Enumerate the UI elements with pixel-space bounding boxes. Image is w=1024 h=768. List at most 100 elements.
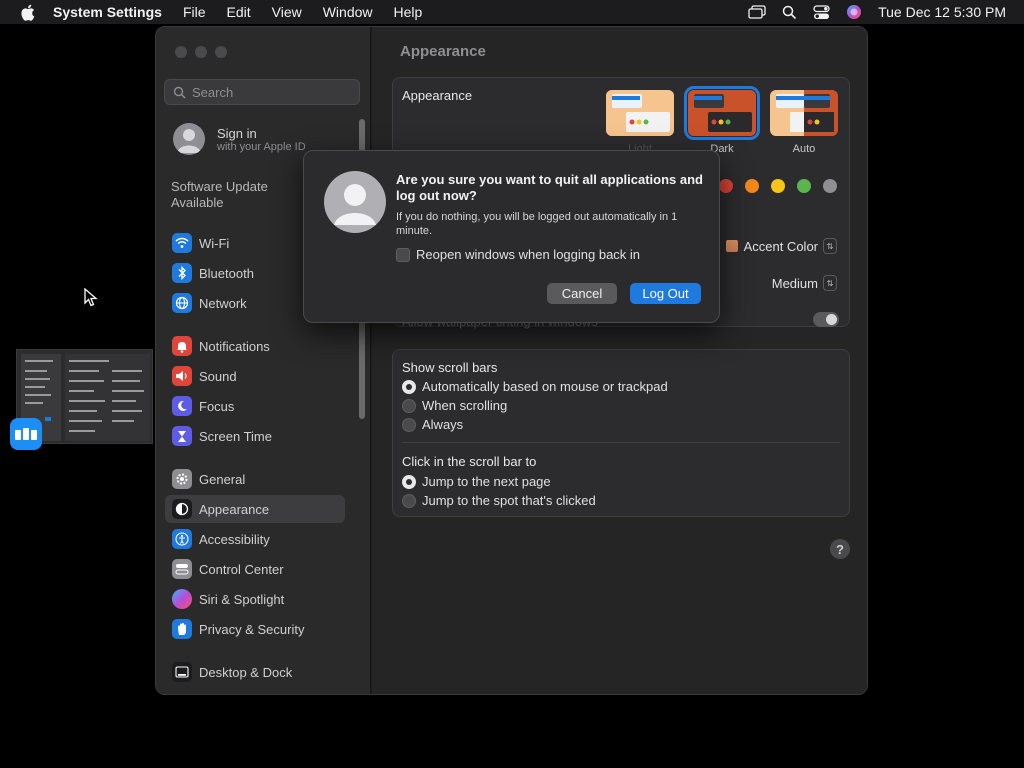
search-input[interactable]: Search: [164, 79, 360, 105]
menu-window[interactable]: Window: [323, 4, 373, 20]
sidebar-item-label: Siri & Spotlight: [199, 591, 285, 607]
appearance-light-option[interactable]: [606, 90, 674, 136]
sidebar-item-privacy-security[interactable]: Privacy & Security: [165, 615, 345, 643]
sidebar-item-accessibility[interactable]: Accessibility: [165, 525, 345, 553]
globe-icon: [172, 293, 192, 313]
search-placeholder: Search: [192, 84, 234, 100]
sidebar-item-sound[interactable]: Sound: [165, 362, 345, 390]
siri-icon[interactable]: [846, 4, 862, 20]
sidebar-item-focus[interactable]: Focus: [165, 392, 345, 420]
click-option-spot-clicked[interactable]: Jump to the spot that's clicked: [402, 493, 596, 508]
menu-help[interactable]: Help: [394, 4, 423, 20]
accent-green-swatch[interactable]: [797, 179, 811, 193]
sidebar-item-control-center[interactable]: Control Center: [165, 555, 345, 583]
bell-icon: [172, 336, 192, 356]
sidebar-item-notifications[interactable]: Notifications: [165, 332, 345, 360]
radio-label: Jump to the next page: [422, 474, 551, 489]
avatar: [173, 123, 205, 155]
radio-button[interactable]: [402, 417, 416, 432]
menu-app-name[interactable]: System Settings: [53, 4, 162, 20]
signin-title: Sign in: [217, 125, 257, 141]
sidebar-item-label: Focus: [199, 398, 235, 414]
control-center-icon[interactable]: [813, 4, 830, 20]
radio-button[interactable]: [402, 493, 416, 508]
appearance-icon: [172, 499, 192, 519]
sidebar-item-appearance[interactable]: Appearance: [165, 495, 345, 523]
wallpaper-tinting-toggle[interactable]: [813, 312, 839, 327]
spotlight-search-icon[interactable]: [782, 5, 797, 20]
sidebar-item-label: Notifications: [199, 338, 270, 354]
apple-id-signin[interactable]: Sign in with your Apple ID: [173, 123, 306, 155]
menu-edit[interactable]: Edit: [227, 4, 251, 20]
dock-icon: [172, 662, 192, 682]
accent-color-swatches: [719, 179, 837, 193]
sidebar-item-siri-spotlight[interactable]: Siri & Spotlight: [165, 585, 345, 613]
radio-button[interactable]: [402, 379, 416, 394]
menu-view[interactable]: View: [272, 4, 302, 20]
user-avatar-icon: [324, 171, 386, 233]
radio-button[interactable]: [402, 398, 416, 413]
radio-label: When scrolling: [422, 398, 508, 413]
appearance-auto-label: Auto: [792, 143, 816, 155]
reopen-windows-checkbox[interactable]: Reopen windows when logging back in: [396, 247, 640, 262]
accent-orange-swatch[interactable]: [745, 179, 759, 193]
apple-menu-icon[interactable]: [18, 3, 36, 21]
wifi-icon: [172, 233, 192, 253]
help-button[interactable]: ?: [830, 539, 850, 559]
page-title: Appearance: [400, 43, 486, 60]
chevron-updown-icon: ⇅: [823, 275, 837, 291]
divider: [402, 442, 840, 443]
gear-icon: [172, 469, 192, 489]
hand-icon: [172, 619, 192, 639]
show-scroll-bars-heading: Show scroll bars: [402, 360, 498, 375]
hourglass-icon: [172, 426, 192, 446]
scroll-option-always[interactable]: Always: [402, 417, 463, 432]
click-option-next-page[interactable]: Jump to the next page: [402, 474, 551, 489]
appearance-dark-option[interactable]: [684, 86, 760, 140]
sidebar: Search Sign in with your Apple ID Softwa…: [156, 27, 371, 694]
cancel-button[interactable]: Cancel: [547, 283, 617, 304]
mouse-cursor-icon: [84, 287, 98, 311]
sidebar-item-label: Sound: [199, 368, 237, 384]
screen-mirroring-icon[interactable]: [748, 5, 766, 19]
minimize-window-button[interactable]: [195, 46, 207, 58]
accent-red-swatch[interactable]: [719, 179, 733, 193]
scroll-option-when-scrolling[interactable]: When scrolling: [402, 398, 507, 413]
sidebar-item-label: General: [199, 471, 246, 487]
software-update-available[interactable]: Software Update Available: [171, 179, 268, 211]
sidebar-item-screen-time[interactable]: Screen Time: [165, 422, 345, 450]
sidebar-icon-size-value: Medium: [771, 275, 818, 291]
moon-icon: [172, 396, 192, 416]
menu-file[interactable]: File: [183, 4, 206, 20]
sidebar-item-desktop-dock[interactable]: Desktop & Dock: [165, 658, 345, 686]
scroll-option-automatic[interactable]: Automatically based on mouse or trackpad: [402, 379, 668, 394]
appearance-auto-option[interactable]: [770, 90, 838, 136]
menu-clock[interactable]: Tue Dec 12 5:30 PM: [878, 4, 1006, 20]
sidebar-item-label: Desktop & Dock: [199, 664, 293, 680]
accent-yellow-swatch[interactable]: [771, 179, 785, 193]
sidebar-icon-size-select[interactable]: Medium ⇅: [772, 275, 837, 291]
speaker-icon: [172, 366, 192, 386]
log-out-button[interactable]: Log Out: [630, 283, 701, 304]
bluetooth-icon: [172, 263, 192, 283]
control-center-icon: [172, 559, 192, 579]
appearance-label: Appearance: [402, 88, 473, 103]
sidebar-item-label: Appearance: [199, 501, 270, 517]
app-dock-icon[interactable]: [10, 418, 42, 450]
zoom-window-button[interactable]: [215, 46, 227, 58]
checkbox[interactable]: [396, 247, 410, 262]
chevron-updown-icon: ⇅: [823, 238, 837, 254]
click-scroll-bar-heading: Click in the scroll bar to: [402, 454, 537, 469]
sidebar-item-general[interactable]: General: [165, 465, 345, 493]
radio-button[interactable]: [402, 474, 416, 489]
close-window-button[interactable]: [175, 46, 187, 58]
sidebar-item-label: Accessibility: [199, 531, 270, 547]
scroll-bars-group: Show scroll bars Automatically based on …: [392, 349, 850, 517]
radio-label: Automatically based on mouse or trackpad: [422, 379, 668, 394]
accent-graphite-swatch[interactable]: [823, 179, 837, 193]
highlight-color-select[interactable]: Accent Color ⇅: [725, 238, 837, 254]
radio-label: Jump to the spot that's clicked: [422, 493, 596, 508]
accessibility-icon: [172, 529, 192, 549]
appearance-pane: Appearance Appearance Light Dark Auto Ac…: [372, 27, 867, 694]
system-settings-window: Search Sign in with your Apple ID Softwa…: [155, 26, 868, 695]
